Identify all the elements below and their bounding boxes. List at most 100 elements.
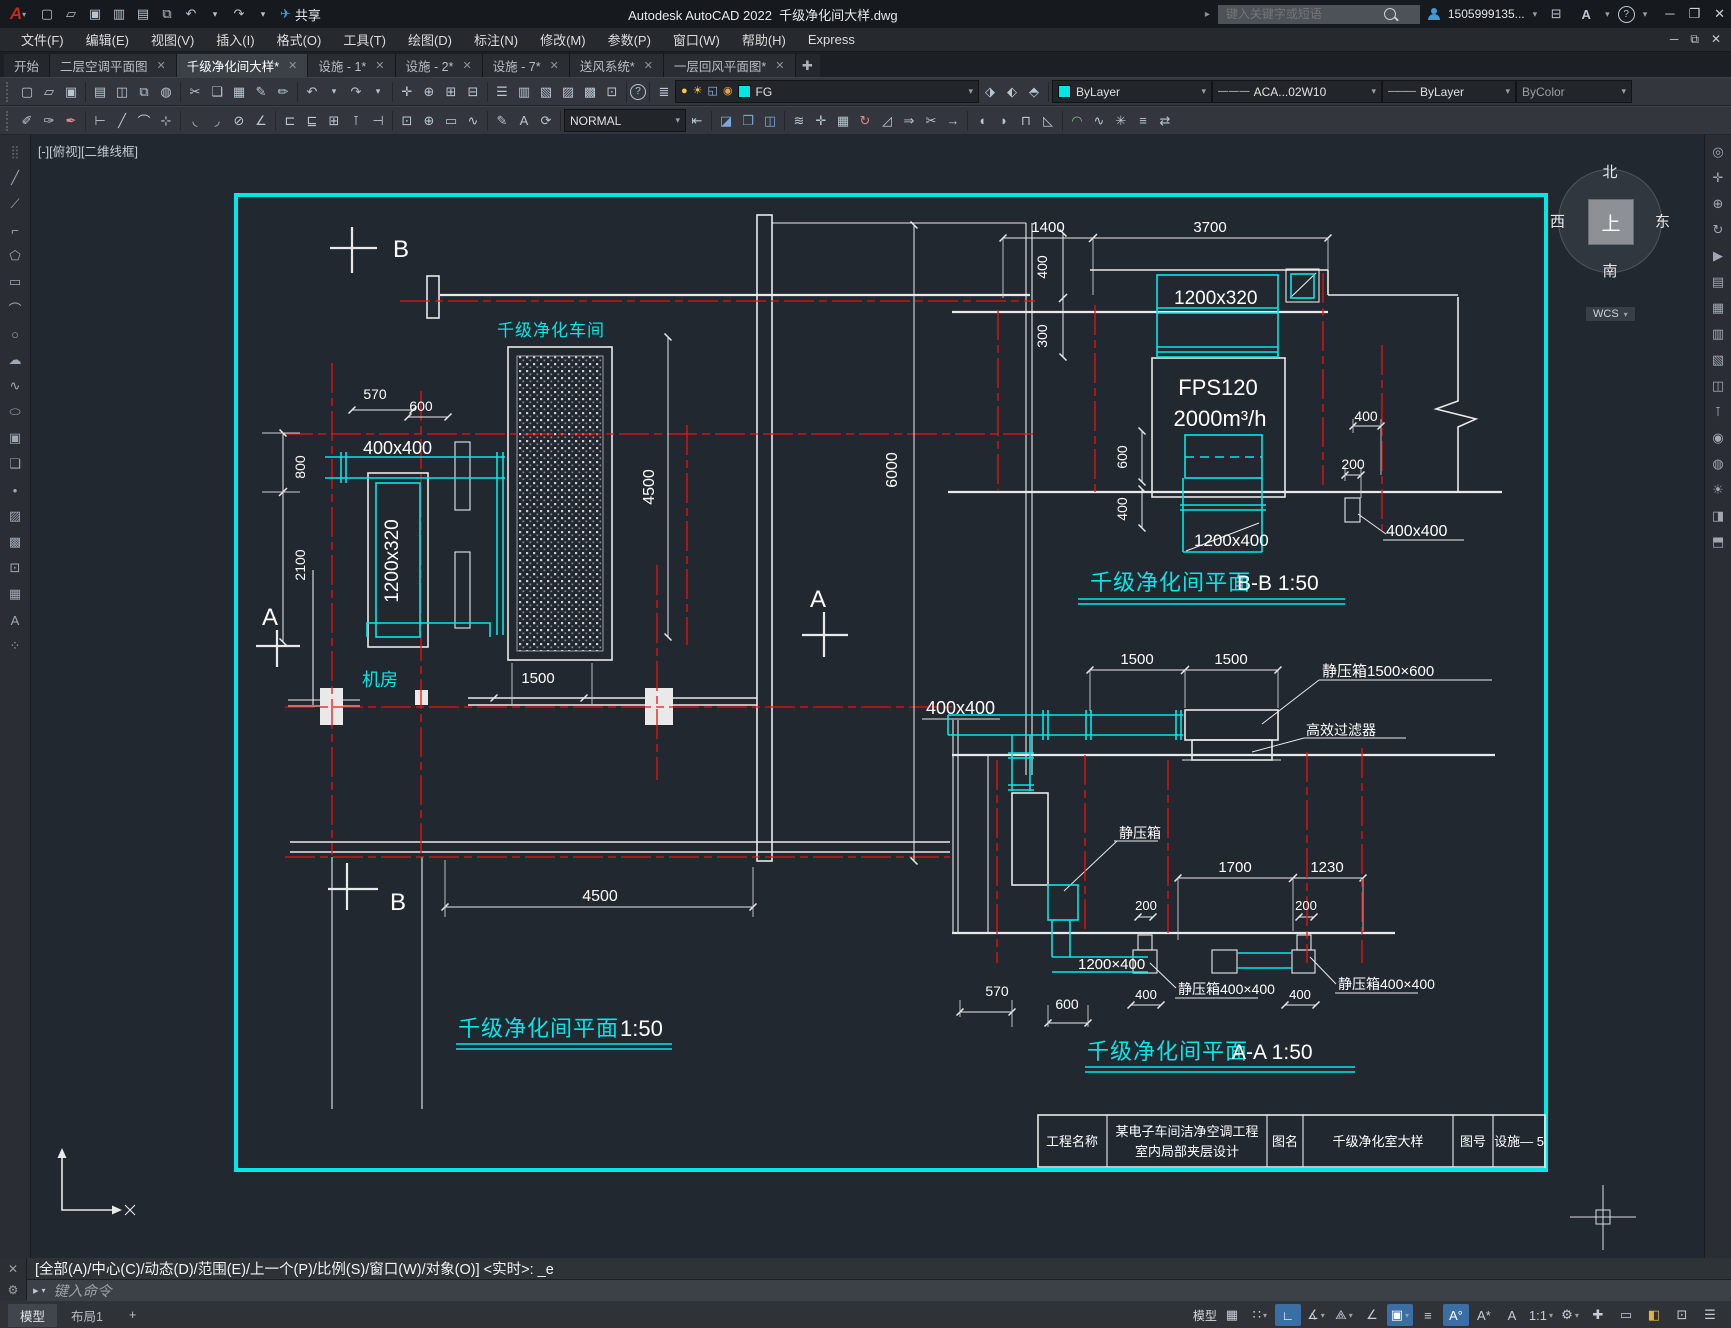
dim-override-icon[interactable]: ✒ xyxy=(60,110,82,132)
design-center-icon[interactable]: ▥ xyxy=(513,81,535,103)
layer-viewport-freeze-icon[interactable]: ◱ xyxy=(708,86,718,97)
autodesk-app-icon[interactable]: A xyxy=(1575,3,1597,25)
radius-dimension-icon[interactable]: ◟ xyxy=(184,110,206,132)
blend-icon[interactable]: ∿ xyxy=(1088,110,1110,132)
cut-icon[interactable]: ✂ xyxy=(184,81,206,103)
zoom-realtime-icon[interactable]: ⊕ xyxy=(418,81,440,103)
circle-icon[interactable]: ○ xyxy=(5,325,25,343)
user-avatar-icon[interactable] xyxy=(1427,8,1440,20)
block-editor-icon[interactable]: ✏ xyxy=(272,81,294,103)
explode-icon[interactable]: ✳ xyxy=(1110,110,1132,132)
layers-icon[interactable]: ▧ xyxy=(1708,351,1728,369)
tab-close-icon[interactable]: ✕ xyxy=(462,59,471,72)
create-block-icon[interactable]: ❏ xyxy=(5,455,25,473)
help-icon[interactable]: ? xyxy=(1617,5,1635,23)
annotation-visibility-icon[interactable]: A° xyxy=(1442,1304,1469,1326)
annotation-scale-icon[interactable]: A xyxy=(1499,1304,1525,1326)
layer-unlock-icon[interactable]: ◉ xyxy=(723,86,733,97)
search-input[interactable] xyxy=(1223,6,1378,22)
reverse-icon[interactable]: ⇄ xyxy=(1154,110,1176,132)
polyline-icon[interactable]: ⌐ xyxy=(5,221,25,239)
menu-window[interactable]: 窗口(W) xyxy=(662,28,731,51)
redo-icon[interactable]: ↷ xyxy=(228,3,250,25)
viewcube-east[interactable]: 东 xyxy=(1655,211,1670,232)
viewcube-top-face[interactable]: 上 xyxy=(1588,199,1634,245)
hatch-icon[interactable]: ▨ xyxy=(5,507,25,525)
publish-icon[interactable]: ⧉ xyxy=(133,81,155,103)
sheet-icon[interactable]: ▤ xyxy=(1708,273,1728,291)
quickcalc-icon[interactable]: ⊡ xyxy=(601,81,623,103)
layer-isolate-icon[interactable]: ⬘ xyxy=(1023,81,1045,103)
dim-style-apply-icon[interactable]: ⇤ xyxy=(686,110,708,132)
undo-icon[interactable]: ↶ xyxy=(180,3,202,25)
polar-tracking-icon[interactable]: ∡ ▾ xyxy=(1303,1304,1329,1326)
inspection-icon[interactable]: ▭ xyxy=(440,110,462,132)
search-box[interactable] xyxy=(1217,4,1420,24)
open-icon[interactable]: ▱ xyxy=(60,3,82,25)
layer-properties-icon[interactable]: ≣ xyxy=(653,81,675,103)
arc-icon[interactable]: ⌒ xyxy=(5,299,25,317)
viewcube-south[interactable]: 南 xyxy=(1602,260,1617,281)
app-store-icon[interactable]: ⊟ xyxy=(1545,3,1567,25)
annotation-scale-value[interactable]: 1:1 ▾ xyxy=(1527,1304,1555,1326)
tab-drawing-active[interactable]: 千级净化间大样* ✕ xyxy=(176,54,309,77)
command-prompt-icon[interactable]: ▸ xyxy=(33,1284,39,1297)
workspace-gear-icon[interactable]: ⚙ ▾ xyxy=(1557,1304,1583,1326)
showmotion-icon[interactable]: ▶ xyxy=(1708,247,1728,265)
etransmit-icon[interactable]: ◍ xyxy=(155,81,177,103)
rectangle-icon[interactable]: ▭ xyxy=(5,273,25,291)
redo-dropdown-icon[interactable]: ▾ xyxy=(252,3,274,25)
layer-states-icon[interactable]: ⬖ xyxy=(1001,81,1023,103)
offset-icon[interactable]: ≋ xyxy=(788,110,810,132)
markup-set-manager-icon[interactable]: ▩ xyxy=(579,81,601,103)
pan-icon[interactable]: ✛ xyxy=(396,81,418,103)
fillet-icon[interactable]: ◠ xyxy=(1066,110,1088,132)
help-icon[interactable]: ? xyxy=(630,83,646,100)
dim-update-icon[interactable]: ✐ xyxy=(16,110,38,132)
qnew-icon[interactable]: ▢ xyxy=(16,81,38,103)
plot-style-dropdown[interactable]: ByColor ▾ xyxy=(1516,80,1632,103)
mirror-icon[interactable]: ◫ xyxy=(759,110,781,132)
color-dropdown[interactable]: ByLayer ▾ xyxy=(1052,80,1212,103)
zoom-previous-icon[interactable]: ⊟ xyxy=(462,81,484,103)
tab-close-icon[interactable]: ✕ xyxy=(157,59,166,72)
properties-palette-icon[interactable]: ☰ xyxy=(491,81,513,103)
open-icon[interactable]: ▱ xyxy=(38,81,60,103)
undo-dropdown-icon[interactable]: ▾ xyxy=(323,81,345,103)
new-tab-button[interactable]: ✚ xyxy=(795,54,820,77)
break-icon[interactable]: ◗ xyxy=(993,110,1015,132)
plot-icon[interactable]: ▤ xyxy=(89,81,111,103)
split-icon[interactable]: ◫ xyxy=(1708,377,1728,395)
layer-on-bulb-icon[interactable]: ● xyxy=(681,86,688,97)
viewcube-west[interactable]: 西 xyxy=(1550,211,1565,232)
command-wrench-icon[interactable]: ⚙ xyxy=(8,1283,19,1297)
doc-close-button[interactable]: ✕ xyxy=(1711,32,1721,47)
spline-icon[interactable]: ∿ xyxy=(5,377,25,395)
tab-drawing-7[interactable]: 一层回风平面图* ✕ xyxy=(663,54,796,77)
clean-screen-icon[interactable]: ⊡ xyxy=(1669,1304,1695,1326)
gradient-icon[interactable]: ▩ xyxy=(5,533,25,551)
dim-style-icon[interactable]: ✑ xyxy=(38,110,60,132)
tab-drawing-5[interactable]: 设施 - 7* ✕ xyxy=(482,54,570,77)
tolerance-icon[interactable]: ⊡ xyxy=(396,110,418,132)
arc-length-dimension-icon[interactable]: ⌒ xyxy=(133,110,155,132)
drawing-canvas[interactable]: ⣿ ╱ ⟋ ⌐ ⬠ ▭ ⌒ ○ ☁ ∿ ⬭ ▣ ❏ • ▨ ▩ ⊡ ▦ A ⁘ … xyxy=(0,135,1731,1258)
maximize-button[interactable]: ❐ xyxy=(1688,6,1700,22)
wcs-dropdown[interactable]: WCS ▾ xyxy=(1586,307,1635,321)
dimension-edit-icon[interactable]: ✎ xyxy=(491,110,513,132)
menu-format[interactable]: 格式(O) xyxy=(266,28,333,51)
jogged-dimension-icon[interactable]: ◞ xyxy=(206,110,228,132)
save-icon[interactable]: ▣ xyxy=(60,81,82,103)
layer-previous-icon[interactable]: ⬗ xyxy=(979,81,1001,103)
match-properties-icon[interactable]: ✎ xyxy=(250,81,272,103)
quick-dimension-icon[interactable]: ⊏ xyxy=(279,110,301,132)
menu-dimension[interactable]: 标注(N) xyxy=(463,28,529,51)
aligned-dimension-icon[interactable]: ╱ xyxy=(111,110,133,132)
customization-menu-icon[interactable]: ☰ xyxy=(1697,1304,1723,1326)
autocad-logo-icon[interactable]: A ▾ xyxy=(6,4,30,24)
array-icon[interactable]: ▦ xyxy=(832,110,854,132)
plot-icon[interactable]: ▤ xyxy=(132,3,154,25)
menu-tools[interactable]: 工具(T) xyxy=(332,28,397,51)
point-icon[interactable]: • xyxy=(5,481,25,499)
tab-drawing-3[interactable]: 设施 - 1* ✕ xyxy=(308,54,396,77)
